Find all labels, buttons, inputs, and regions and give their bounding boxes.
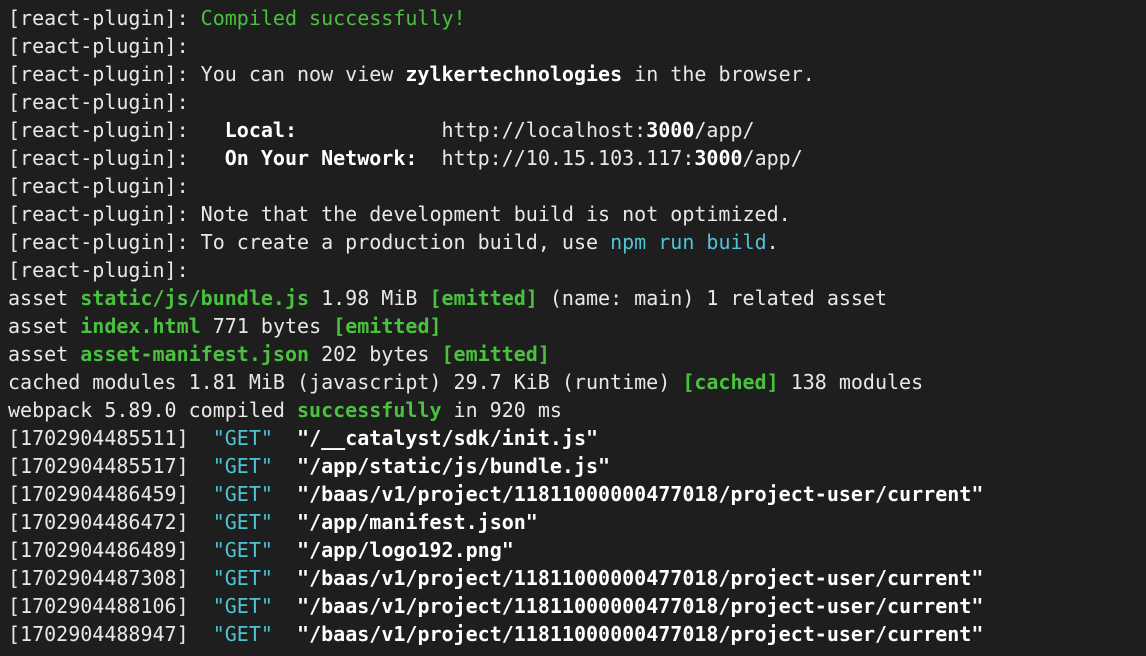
request-timestamp: [1702904487308] (8, 566, 189, 590)
log-line: [react-plugin]: (8, 88, 1146, 116)
local-port: 3000 (646, 118, 695, 142)
request-timestamp: [1702904488106] (8, 594, 189, 618)
request-timestamp: [1702904485511] (8, 426, 189, 450)
request-timestamp: [1702904486489] (8, 538, 189, 562)
prefix: [react-plugin]: (8, 174, 189, 198)
request-method: "GET" (212, 510, 273, 534)
asset-extra: (name: main) 1 related asset (549, 286, 888, 310)
network-url-pre: http://10.15.103.117: (441, 146, 695, 170)
cached-post: 138 modules (790, 370, 924, 394)
create-pre: To create a production build, use (200, 230, 599, 254)
asset-word: asset (8, 286, 69, 310)
asset-name: index.html (80, 314, 201, 338)
request-method: "GET" (212, 426, 273, 450)
log-line: [react-plugin]: (8, 32, 1146, 60)
view-outro: in the browser. (634, 62, 815, 86)
compiled-message: Compiled successfully! (200, 6, 466, 30)
local-url-post: /app/ (694, 118, 755, 142)
request-line: [1702904486489] "GET" "/app/logo192.png" (8, 536, 1146, 564)
webpack-post: in 920 ms (453, 398, 562, 422)
prefix: [react-plugin]: (8, 6, 189, 30)
log-line: [react-plugin]: Local: http://localhost:… (8, 116, 1146, 144)
asset-word: asset (8, 342, 69, 366)
network-port: 3000 (694, 146, 743, 170)
request-method: "GET" (212, 594, 273, 618)
asset-line: asset static/js/bundle.js 1.98 MiB [emit… (8, 284, 1146, 312)
note-message: Note that the development build is not o… (200, 202, 791, 226)
asset-status: [emitted] (441, 342, 550, 366)
log-line: [react-plugin]: On Your Network: http://… (8, 144, 1146, 172)
request-line: [1702904488106] "GET" "/baas/v1/project/… (8, 592, 1146, 620)
asset-line: asset asset-manifest.json 202 bytes [emi… (8, 340, 1146, 368)
request-path: "/app/logo192.png" (297, 538, 514, 562)
cached-tag: [cached] (682, 370, 779, 394)
request-line: [1702904486472] "GET" "/app/manifest.jso… (8, 508, 1146, 536)
prefix: [react-plugin]: (8, 202, 189, 226)
local-url-pre: http://localhost: (441, 118, 647, 142)
create-post: . (766, 230, 779, 254)
app-name: zylkertechnologies (405, 62, 623, 86)
webpack-pre: webpack 5.89.0 compiled (8, 398, 285, 422)
asset-name: static/js/bundle.js (80, 286, 310, 310)
request-path: "/baas/v1/project/11811000000477018/proj… (297, 566, 984, 590)
webpack-line: webpack 5.89.0 compiled successfully in … (8, 396, 1146, 424)
asset-word: asset (8, 314, 69, 338)
request-path: "/app/manifest.json" (297, 510, 538, 534)
network-label: On Your Network: (224, 146, 418, 170)
request-timestamp: [1702904486459] (8, 482, 189, 506)
log-line: [react-plugin]: (8, 172, 1146, 200)
request-timestamp: [1702904486472] (8, 510, 189, 534)
request-method: "GET" (212, 454, 273, 478)
log-line: [react-plugin]: To create a production b… (8, 228, 1146, 256)
asset-size: 771 bytes (212, 314, 322, 338)
log-line: [react-plugin]: You can now view zylkert… (8, 60, 1146, 88)
request-line: [1702904486459] "GET" "/baas/v1/project/… (8, 480, 1146, 508)
log-line: [react-plugin]: Compiled successfully! (8, 4, 1146, 32)
request-timestamp: [1702904485517] (8, 454, 189, 478)
request-path: "/baas/v1/project/11811000000477018/proj… (297, 594, 984, 618)
request-path: "/baas/v1/project/11811000000477018/proj… (297, 622, 984, 646)
request-timestamp: [1702904488947] (8, 622, 189, 646)
prefix: [react-plugin]: (8, 258, 189, 282)
log-line: [react-plugin]: (8, 256, 1146, 284)
view-intro: You can now view (200, 62, 394, 86)
log-line: [react-plugin]: Note that the developmen… (8, 200, 1146, 228)
asset-size: 202 bytes (321, 342, 430, 366)
asset-line: asset index.html 771 bytes [emitted] (8, 312, 1146, 340)
local-label: Local: (224, 118, 297, 142)
asset-name: asset-manifest.json (80, 342, 310, 366)
asset-size: 1.98 MiB (321, 286, 418, 310)
build-command: npm run build (610, 230, 767, 254)
asset-status: [emitted] (333, 314, 442, 338)
prefix: [react-plugin]: (8, 146, 189, 170)
request-path: "/__catalyst/sdk/init.js" (297, 426, 599, 450)
prefix: [react-plugin]: (8, 34, 189, 58)
prefix: [react-plugin]: (8, 90, 189, 114)
request-method: "GET" (212, 538, 273, 562)
request-method: "GET" (212, 566, 273, 590)
request-line: [1702904485511] "GET" "/__catalyst/sdk/i… (8, 424, 1146, 452)
terminal-output[interactable]: [react-plugin]: Compiled successfully! [… (0, 0, 1146, 656)
request-method: "GET" (212, 482, 273, 506)
cached-pre: cached modules 1.81 MiB (javascript) 29.… (8, 370, 671, 394)
request-line: [1702904488947] "GET" "/baas/v1/project/… (8, 620, 1146, 648)
cached-line: cached modules 1.81 MiB (javascript) 29.… (8, 368, 1146, 396)
request-method: "GET" (212, 622, 273, 646)
request-line: [1702904487308] "GET" "/baas/v1/project/… (8, 564, 1146, 592)
prefix: [react-plugin]: (8, 118, 189, 142)
prefix: [react-plugin]: (8, 230, 189, 254)
network-url-post: /app/ (742, 146, 803, 170)
prefix: [react-plugin]: (8, 62, 189, 86)
request-path: "/baas/v1/project/11811000000477018/proj… (297, 482, 984, 506)
asset-status: [emitted] (429, 286, 538, 310)
request-line: [1702904485517] "GET" "/app/static/js/bu… (8, 452, 1146, 480)
request-path: "/app/static/js/bundle.js" (297, 454, 611, 478)
webpack-status: successfully (297, 398, 442, 422)
